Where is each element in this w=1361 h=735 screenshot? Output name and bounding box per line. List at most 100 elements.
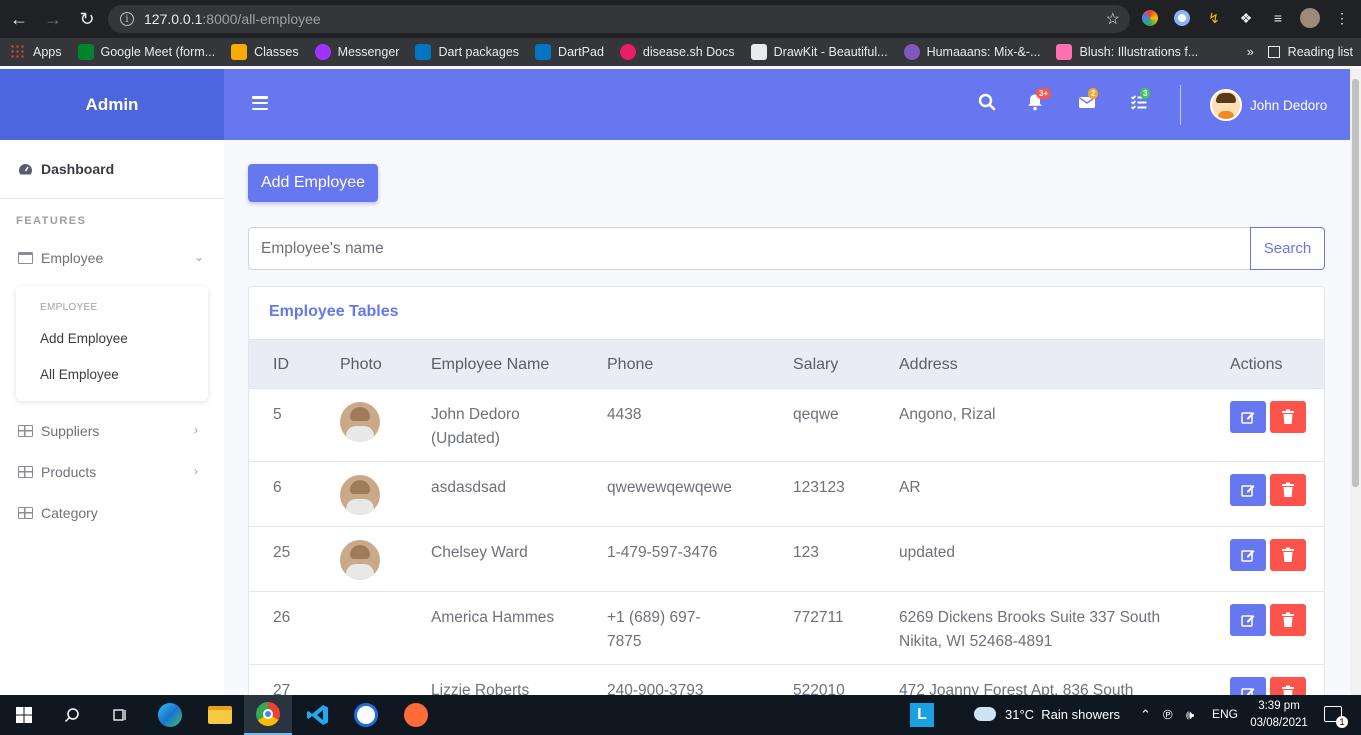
url-path: :8000/all-employee xyxy=(202,11,321,27)
delete-button[interactable] xyxy=(1270,474,1306,506)
sidebar-item-employee[interactable]: Employee xyxy=(18,250,103,266)
site-info-icon[interactable]: i xyxy=(120,12,134,26)
search-icon[interactable] xyxy=(48,695,96,735)
bookmark-dart-packages[interactable]: Dart packages xyxy=(415,44,519,60)
bookmark-disease-sh[interactable]: disease.sh Docs xyxy=(619,44,735,60)
page-scrollbar[interactable] xyxy=(1350,69,1361,695)
extensions-puzzle-icon[interactable]: ❖ xyxy=(1234,6,1258,30)
bookmark-classes[interactable]: Classes xyxy=(231,44,299,60)
windows-taskbar: L 31°C Rain showers ⌃ ℗ 🕪 ENG 3:39 pm 03… xyxy=(0,695,1361,735)
topbar-divider xyxy=(1180,85,1181,125)
cell-name: America Hammes xyxy=(431,609,555,626)
sidebar-item-products[interactable]: Products xyxy=(18,464,96,480)
chrome-icon[interactable] xyxy=(244,695,292,735)
blush-icon xyxy=(1056,44,1073,60)
add-employee-button[interactable]: Add Employee xyxy=(248,164,378,202)
search-button[interactable]: Search xyxy=(1250,227,1325,270)
search-icon[interactable] xyxy=(978,93,996,116)
user-menu[interactable]: John Dedoro xyxy=(1210,89,1327,121)
l-app-icon[interactable]: L xyxy=(898,695,946,735)
sidebar-heading-features: FEATURES xyxy=(16,215,87,227)
column-header-salary: Salary xyxy=(793,356,839,373)
clock[interactable]: 3:39 pm 03/08/2021 xyxy=(1248,698,1310,732)
delete-button[interactable] xyxy=(1270,401,1306,433)
table-row: 6 asdasdsad qwewewqewqewe 123123 AR xyxy=(249,462,1324,527)
topbar: 3+ 2 3 John Dedoro xyxy=(224,69,1350,140)
column-header-address: Address xyxy=(899,356,958,373)
bookmark-humaaans[interactable]: Humaaans: Mix-&-... xyxy=(903,44,1040,60)
cell-name: asdasdsad xyxy=(431,479,506,496)
hamburger-menu-icon[interactable] xyxy=(252,96,268,110)
language-indicator[interactable]: ENG xyxy=(1212,707,1238,721)
windows-start-icon[interactable] xyxy=(0,695,48,735)
more-bookmarks-button[interactable]: » xyxy=(1247,45,1254,59)
circle-extension-icon[interactable] xyxy=(1170,6,1194,30)
edit-button[interactable] xyxy=(1230,539,1266,571)
tachometer-icon xyxy=(18,163,33,175)
messages-envelope-icon[interactable]: 2 xyxy=(1078,88,1099,116)
sidebar-item-category[interactable]: Category xyxy=(18,505,98,521)
submenu-add-employee[interactable]: Add Employee xyxy=(40,331,128,346)
postman-icon[interactable] xyxy=(392,695,440,735)
back-icon[interactable]: ← xyxy=(4,4,34,34)
bookmark-star-icon[interactable]: ☆ xyxy=(1106,9,1120,29)
reading-list-button[interactable]: Reading list xyxy=(1267,45,1353,59)
task-view-icon[interactable] xyxy=(96,695,144,735)
cell-phone: 1-479-597-3476 xyxy=(607,544,718,561)
wifi-icon[interactable]: ℗ xyxy=(1163,707,1173,722)
sidebar-divider xyxy=(0,198,224,199)
bookmark-messenger[interactable]: Messenger xyxy=(314,44,399,60)
delete-button[interactable] xyxy=(1270,539,1306,571)
color-picker-extension-icon[interactable] xyxy=(1138,6,1162,30)
bolt-extension-icon[interactable]: ↯ xyxy=(1202,6,1226,30)
employee-search-input[interactable] xyxy=(248,227,1251,270)
bookmark-blush[interactable]: Blush: Illustrations f... xyxy=(1056,44,1198,60)
edit-icon xyxy=(1241,615,1255,627)
submenu-heading: EMPLOYEE xyxy=(40,302,98,313)
column-header-phone: Phone xyxy=(607,356,654,373)
cell-name: John Dedoro (Updated) xyxy=(431,406,520,447)
cell-name: Lizzie Roberts xyxy=(431,682,530,695)
notifications-bell-icon[interactable]: 3+ xyxy=(1026,88,1052,116)
chevron-down-icon: ⌄ xyxy=(194,250,205,264)
edge-browser-icon[interactable] xyxy=(146,695,194,735)
delete-button[interactable] xyxy=(1270,604,1306,636)
sidebar-item-suppliers[interactable]: Suppliers xyxy=(18,423,99,439)
drawkit-icon xyxy=(750,44,767,60)
address-bar[interactable]: i 127.0.0.1:8000/all-employee ☆ xyxy=(108,5,1130,33)
cell-phone: +1 (689) 697-7875 xyxy=(607,609,701,650)
edit-icon xyxy=(1241,412,1255,424)
edit-button[interactable] xyxy=(1230,401,1266,433)
bookmark-apps[interactable]: Apps xyxy=(10,44,62,60)
show-hidden-icons[interactable]: ⌃ xyxy=(1140,707,1151,723)
profile-avatar-icon[interactable] xyxy=(1298,6,1322,30)
brand-title[interactable]: Admin xyxy=(0,69,224,140)
bookmark-google-meet[interactable]: Google Meet (form... xyxy=(77,44,215,60)
tasks-badge: 3 xyxy=(1140,88,1151,99)
bookmark-dartpad[interactable]: DartPad xyxy=(535,44,604,60)
weather-text[interactable]: 31°C Rain showers xyxy=(1005,707,1120,722)
scrollbar-thumb[interactable] xyxy=(1352,79,1359,487)
delete-button[interactable] xyxy=(1270,677,1306,695)
card-title: Employee Tables xyxy=(269,303,399,320)
volume-icon[interactable]: 🕪 xyxy=(1186,707,1194,723)
submenu-all-employee[interactable]: All Employee xyxy=(40,367,119,382)
app-circle-icon[interactable] xyxy=(342,695,390,735)
sidebar-item-dashboard[interactable]: Dashboard xyxy=(18,161,114,177)
browser-menu-icon[interactable]: ⋮ xyxy=(1330,6,1354,30)
bookmark-drawkit[interactable]: DrawKit - Beautiful... xyxy=(750,44,888,60)
notification-center-icon[interactable]: 1 xyxy=(1324,706,1348,728)
file-explorer-icon[interactable] xyxy=(196,695,244,735)
edit-button[interactable] xyxy=(1230,474,1266,506)
edit-button[interactable] xyxy=(1230,604,1266,636)
vscode-icon[interactable] xyxy=(294,695,342,735)
reload-icon[interactable]: ↻ xyxy=(72,4,102,34)
employee-photo xyxy=(340,540,380,580)
main-content: Add Employee Search Employee Tables ID P… xyxy=(224,140,1350,695)
media-queue-icon[interactable]: ≡ xyxy=(1266,6,1290,30)
forward-icon[interactable]: → xyxy=(38,4,68,34)
tasks-list-icon[interactable]: 3 xyxy=(1130,88,1151,116)
search-group: Search xyxy=(248,227,1325,270)
cell-address: 6269 Dickens Brooks Suite 337 South Niki… xyxy=(899,609,1161,650)
edit-button[interactable] xyxy=(1230,677,1266,695)
